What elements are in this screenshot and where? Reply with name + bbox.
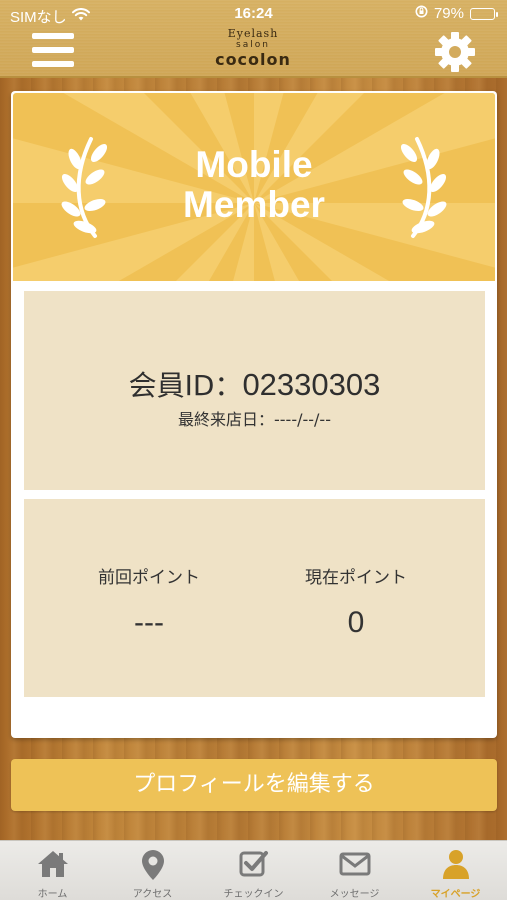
envelope-icon — [339, 852, 370, 876]
mobile-member-banner: Mobile Member — [13, 93, 495, 281]
tab-mypage-label: マイページ — [430, 889, 481, 900]
battery-icon — [470, 7, 498, 20]
settings-button[interactable] — [434, 31, 476, 73]
tab-home-label: ホーム — [37, 889, 68, 900]
tab-access-label: アクセス — [132, 889, 173, 900]
current-points-label: 現在ポイント — [305, 568, 407, 588]
tab-access-icon-wrap — [102, 849, 203, 881]
person-icon — [442, 850, 469, 879]
tab-message[interactable]: メッセージ — [304, 841, 405, 900]
previous-points-label: 前回ポイント — [98, 568, 200, 588]
logo-line-3: cocolon — [215, 50, 291, 69]
current-points: 現在ポイント 0 — [256, 563, 456, 640]
logo-line-1: Eyelash — [227, 27, 279, 40]
banner-title-line-2: Member — [183, 184, 325, 225]
tab-home[interactable]: ホーム — [2, 841, 103, 900]
orientation-lock-icon — [415, 5, 428, 22]
member-id-value: 02330303 — [242, 367, 381, 402]
points-panel: 前回ポイント --- 現在ポイント 0 — [24, 499, 485, 697]
tab-access[interactable]: アクセス — [102, 841, 203, 900]
member-card: Mobile Member 会員ID：02330303 最終来店日：----/-… — [11, 91, 497, 738]
status-bar: SIMなし 16:24 79% — [0, 0, 507, 28]
checkbox-icon — [239, 851, 268, 877]
tab-message-icon-wrap — [304, 849, 405, 881]
member-id-panel: 会員ID：02330303 最終来店日：----/--/-- — [24, 291, 485, 490]
previous-points: 前回ポイント --- — [49, 563, 249, 640]
member-id: 会員ID：02330303 — [24, 364, 485, 404]
salon-logo: Eyelash salon cocolon — [203, 28, 303, 69]
tab-checkin-icon-wrap — [203, 849, 304, 881]
member-id-label: 会員ID： — [128, 369, 243, 402]
menu-button[interactable] — [32, 33, 74, 67]
tab-message-label: メッセージ — [329, 889, 380, 900]
last-visit-date: 最終来店日：----/--/-- — [178, 410, 331, 429]
battery-percent: 79% — [433, 5, 464, 22]
banner-title-line-1: Mobile — [195, 144, 313, 185]
home-icon — [37, 851, 68, 877]
bottom-tab-bar: ホーム アクセス チェックイン メッセージ マイページ — [0, 840, 507, 900]
current-points-value: 0 — [347, 606, 365, 639]
hamburger-line — [32, 47, 74, 53]
gear-icon — [435, 32, 475, 72]
tab-mypage[interactable]: マイページ — [405, 841, 506, 900]
previous-points-value: --- — [134, 606, 164, 639]
hamburger-menu-icon — [32, 33, 74, 39]
tab-mypage-icon-wrap — [405, 849, 506, 881]
status-right: 79% — [415, 5, 498, 22]
tab-checkin[interactable]: チェックイン — [203, 841, 304, 900]
banner-title: Mobile Member — [13, 145, 495, 225]
edit-profile-button[interactable]: プロフィールを編集する — [11, 759, 497, 811]
app-header: SIMなし 16:24 79% Eyelash salon cocolon — [0, 0, 507, 78]
hamburger-line — [32, 61, 74, 67]
tab-checkin-label: チェックイン — [223, 889, 284, 900]
tab-home-icon-wrap — [2, 849, 103, 881]
map-pin-icon — [141, 850, 164, 880]
